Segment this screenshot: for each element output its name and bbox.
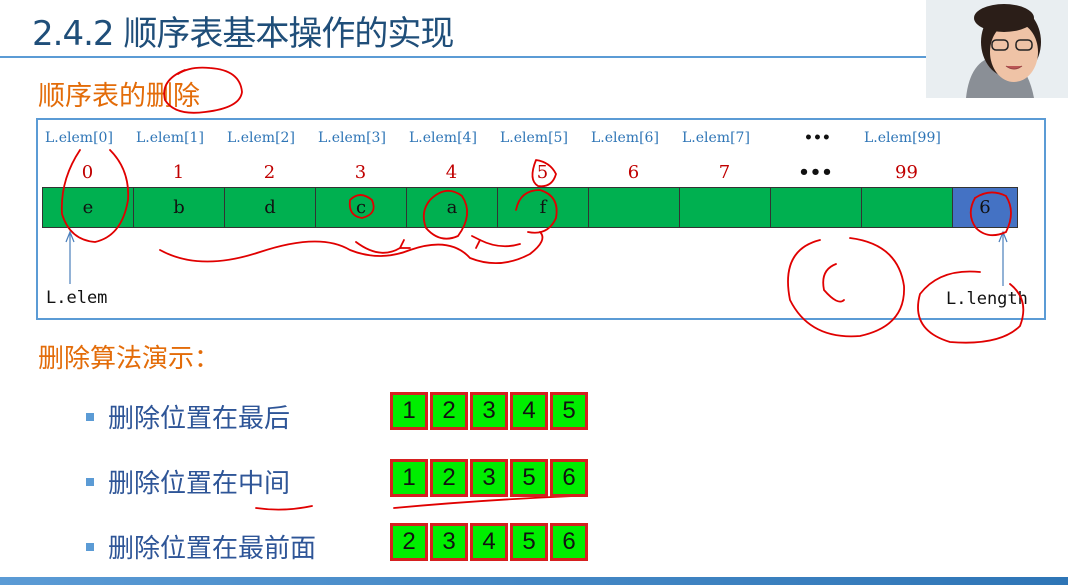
circle-mark — [60, 149, 130, 243]
circle-mark — [515, 189, 558, 234]
value-box: 2 — [390, 523, 428, 561]
demo-text: 删除位置在最前面 — [108, 534, 317, 564]
value-box: 6 — [550, 459, 588, 497]
section-heading-demo: 删除算法演示： — [38, 344, 221, 374]
value-box: 5 — [510, 523, 548, 561]
circle-mark — [348, 194, 375, 219]
demo-label-middle: 删除位置在中间 — [86, 463, 290, 500]
underline-mark — [255, 505, 313, 511]
circle-mark — [969, 191, 1012, 237]
shift-curve — [159, 231, 544, 265]
value-box: 6 — [550, 523, 588, 561]
value-box: 2 — [430, 392, 468, 430]
value-box: 3 — [430, 523, 468, 561]
value-box: 1 — [390, 459, 428, 497]
arrow-curve — [355, 239, 521, 254]
bullet-icon — [86, 477, 94, 486]
demo-label-first: 删除位置在最前面 — [86, 528, 316, 565]
value-box: 3 — [470, 392, 508, 430]
circle-mark — [422, 190, 468, 240]
circle-mark — [787, 237, 905, 338]
demo-text: 删除位置在中间 — [108, 469, 291, 499]
value-box: 1 — [390, 392, 428, 430]
circle-mark — [531, 159, 557, 188]
footer-bar — [0, 577, 1068, 585]
demo-boxes-first: 2 3 4 5 6 — [390, 523, 590, 561]
demo-boxes-middle: 1 2 3 5 6 — [390, 459, 590, 497]
value-box: 5 — [550, 392, 588, 430]
value-box: 3 — [470, 459, 508, 497]
value-box: 5 — [510, 459, 548, 497]
value-box: 4 — [470, 523, 508, 561]
circle-mark — [917, 270, 1025, 344]
bullet-icon — [86, 412, 94, 421]
bullet-icon — [86, 542, 94, 551]
value-box: 2 — [430, 459, 468, 497]
demo-text: 删除位置在最后 — [108, 404, 291, 434]
demo-label-last: 删除位置在最后 — [86, 398, 290, 435]
value-box: 4 — [510, 392, 548, 430]
underline-mark — [393, 495, 575, 509]
demo-boxes-last: 1 2 3 4 5 — [390, 392, 590, 430]
circle-mark — [163, 66, 243, 114]
